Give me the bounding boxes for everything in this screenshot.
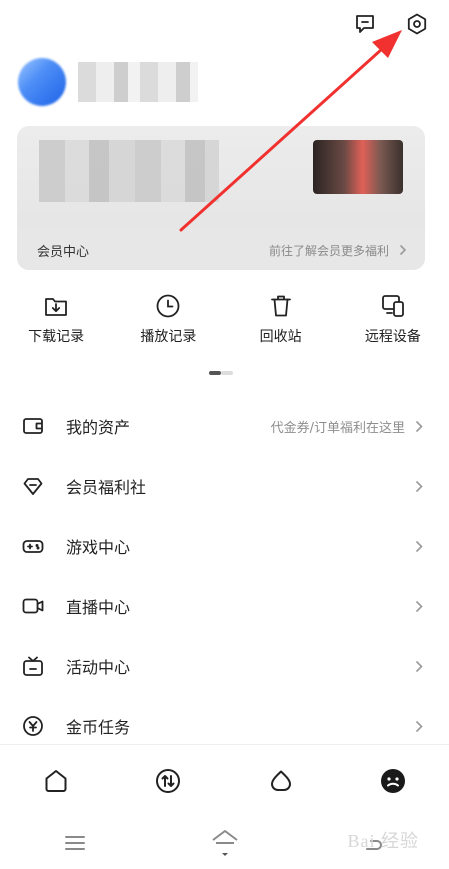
tab-profile[interactable] <box>337 745 449 816</box>
home-icon <box>45 769 67 792</box>
menu-item-label: 我的资产 <box>66 418 131 437</box>
settings-button[interactable] <box>403 10 431 38</box>
menu-item-label: 金币任务 <box>66 718 131 737</box>
devices-icon <box>381 295 404 317</box>
chevron-right-icon <box>415 480 423 492</box>
menu-item-vip-benefits[interactable]: 会员福利社 <box>0 456 449 516</box>
download-icon <box>45 298 68 316</box>
vip-badge-blurred <box>313 140 403 194</box>
vip-info-blurred <box>39 140 219 202</box>
coin-icon <box>23 716 43 736</box>
tab-cloud[interactable] <box>225 745 337 816</box>
quick-action-label: 播放记录 <box>140 329 197 345</box>
tab-transfer[interactable] <box>112 745 224 816</box>
chevron-right-icon <box>399 244 407 256</box>
chevron-right-icon <box>415 660 423 672</box>
home-outline-icon <box>211 829 238 856</box>
page-dot-active <box>209 371 221 375</box>
vip-card-footer[interactable]: 会员中心 前往了解会员更多福利 <box>17 230 425 270</box>
profile-icon <box>380 768 405 793</box>
quick-action-download-history[interactable]: 下载记录 <box>0 292 112 346</box>
cloud-icon <box>270 770 291 791</box>
vip-center-label: 会员中心 <box>37 244 90 260</box>
chevron-right-icon <box>415 600 423 612</box>
chevron-right-icon <box>415 540 423 552</box>
trash-icon <box>270 295 291 317</box>
menu-item-live-center[interactable]: 直播中心 <box>0 576 449 636</box>
top-bar <box>351 10 431 38</box>
menu-item-label: 会员福利社 <box>66 478 147 497</box>
menu-item-activity-center[interactable]: 活动中心 <box>0 636 449 696</box>
username-blurred <box>78 62 198 102</box>
vip-card[interactable]: 会员中心 前往了解会员更多福利 <box>17 126 425 270</box>
tab-home[interactable] <box>0 745 112 816</box>
message-icon <box>356 15 374 33</box>
menu-item-game-center[interactable]: 游戏中心 <box>0 516 449 576</box>
menu-list: 我的资产 代金券/订单福利在这里 会员福利社 游戏中心 直播中心 活动中心 金币… <box>0 396 449 756</box>
sys-menu-button[interactable] <box>0 833 150 853</box>
watermark: Bai 经验 <box>347 831 419 851</box>
vip-benefits-link[interactable]: 前往了解会员更多福利 <box>269 242 389 259</box>
page-indicator <box>209 371 233 375</box>
diamond-icon <box>23 478 43 495</box>
menu-item-label: 活动中心 <box>66 658 131 677</box>
clock-icon <box>156 294 180 318</box>
menu-item-my-assets[interactable]: 我的资产 代金券/订单福利在这里 <box>0 396 449 456</box>
quick-actions: 下载记录 播放记录 回收站 远程设备 <box>0 292 449 346</box>
transfer-icon <box>156 768 181 793</box>
vip-link-group: 前往了解会员更多福利 <box>269 242 407 259</box>
message-button[interactable] <box>351 10 379 38</box>
quick-action-remote-devices[interactable]: 远程设备 <box>337 292 449 346</box>
chevron-right-icon <box>415 720 423 732</box>
tv-icon <box>23 656 43 676</box>
page-dot <box>221 371 233 375</box>
gamepad-icon <box>22 540 44 553</box>
bottom-tab-bar <box>0 744 449 816</box>
avatar[interactable] <box>18 58 66 106</box>
sys-home-button[interactable] <box>150 826 300 860</box>
chevron-right-icon <box>415 420 423 432</box>
quick-action-recycle-bin[interactable]: 回收站 <box>225 292 337 346</box>
quick-action-label: 回收站 <box>259 329 302 345</box>
menu-lines-icon <box>64 835 85 850</box>
quick-action-play-history[interactable]: 播放记录 <box>112 292 224 346</box>
wallet-icon <box>23 418 43 434</box>
quick-action-label: 远程设备 <box>364 329 421 345</box>
video-camera-icon <box>22 598 44 614</box>
quick-action-label: 下载记录 <box>28 329 85 345</box>
menu-item-hint: 代金券/订单福利在这里 <box>270 420 405 436</box>
user-profile[interactable] <box>18 58 218 110</box>
settings-icon <box>407 13 427 35</box>
menu-item-label: 直播中心 <box>66 598 131 617</box>
menu-item-label: 游戏中心 <box>66 538 131 557</box>
